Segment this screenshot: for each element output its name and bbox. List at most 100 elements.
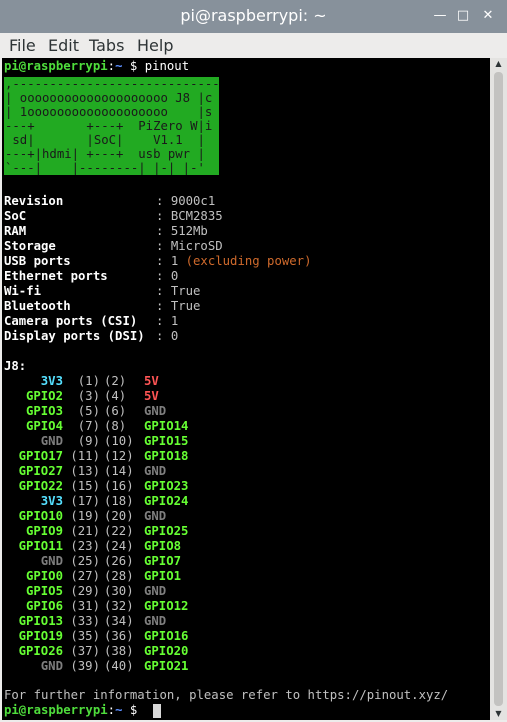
pin-row: 3V3 (17) (18) GPIO24 [4,494,189,509]
pin-row: GPIO11 (23) (24) GPIO8 [4,539,181,554]
maximize-icon[interactable]: □ [455,8,471,24]
title-bar[interactable]: pi@raspberrypi: ~ — □ ✕ [0,0,507,33]
pin-right-name: GPIO16 [144,629,189,643]
info-label: Revision [4,194,64,208]
pin-row: GPIO3 (5) (6) GND [4,404,166,419]
info-value: 0 [170,269,179,283]
pin-left-number: (13) [70,464,100,478]
pin-right-name: GPIO7 [144,554,182,568]
pin-left-number: (19) [70,509,100,523]
pin-left-name: GPIO3 [25,404,63,418]
menu-tabs[interactable]: Tabs [89,36,124,55]
board-line-0: ,--------------------------------. [5,77,219,91]
pin-right-number: (34) [104,614,134,628]
pin-row: GPIO10 (19) (20) GND [4,509,167,524]
info-row: Revision: 9000c1 [4,194,215,209]
info-label: Wi-fi [4,284,42,298]
pin-left-name: GPIO27 [18,464,63,478]
info-colon: : [156,299,171,313]
pin-right-number: (10) [104,434,134,448]
prompt-dollar: $ [122,59,138,73]
pin-right-name: GND [144,404,167,418]
j8-header-label: J8: [4,359,27,373]
pin-left-number: (33) [70,614,100,628]
pin-left-name: GPIO26 [18,644,63,658]
pin-right-number: (18) [104,494,134,508]
pin-right-number: (36) [104,629,134,643]
pin-right-name: GPIO14 [144,419,189,433]
window-title: pi@raspberrypi: ~ [180,6,327,25]
info-colon: : [156,254,171,268]
info-row: RAM: 512Mb [4,224,208,239]
terminal-scrollbar[interactable]: ▲ ▼ [490,58,507,720]
pin-right-name: GPIO8 [144,539,182,553]
info-colon: : [156,209,171,223]
pin-right-name: 5V [144,374,159,388]
terminal-output[interactable]: pi@raspberrypi:~ $ pinout ,-------------… [2,58,490,720]
pin-right-name: GPIO15 [144,434,189,448]
pin-right-number: (40) [104,659,134,673]
pin-left-name: GPIO6 [25,599,63,613]
info-colon: : [156,329,171,343]
info-row: Bluetooth: True [4,299,200,314]
info-row: Storage: MicroSD [4,239,223,254]
command-text-value: pinout [144,59,190,73]
pin-row: GPIO13 (33) (34) GND [4,614,167,629]
menu-help[interactable]: Help [137,36,173,55]
menu-edit[interactable]: Edit [48,36,79,55]
pin-right-name: GPIO12 [144,599,189,613]
pin-right-name: GND [144,614,167,628]
close-icon[interactable]: ✕ [480,8,496,24]
pin-right-name: GND [144,584,167,598]
board-line-5: ---+|hdmi| +---+ usb pwr | [5,147,205,161]
pin-row: GPIO6 (31) (32) GPIO12 [4,599,188,614]
info-value: True [170,299,201,313]
board-line-4: sd| |SoC| V1.1 | [5,133,205,147]
pin-row: GPIO19 (35) (36) GPIO16 [4,629,189,644]
info-colon: : [156,239,171,253]
pin-left-name: GPIO4 [25,419,63,433]
pin-right-name: GPIO23 [144,479,189,493]
scrollbar-thumb[interactable] [494,72,503,706]
info-label: Ethernet ports [4,269,108,283]
pin-left-number: (37) [70,644,100,658]
pin-left-name: GPIO13 [18,614,63,628]
info-colon: : [156,314,171,328]
command-text [137,59,144,73]
text-cursor [153,704,161,718]
pin-left-number: (5) [77,404,100,418]
pin-left-name: GND [40,659,63,673]
scroll-down-arrow-icon[interactable]: ▼ [490,708,507,720]
pin-left-number: (21) [70,524,100,538]
pin-right-number: (26) [104,554,134,568]
menu-file[interactable]: File [9,36,36,55]
info-value: BCM2835 [170,209,223,223]
minimize-icon[interactable]: — [432,8,448,24]
info-row: Camera ports (CSI): 1 [4,314,178,329]
pin-right-name: GND [144,509,167,523]
pin-right-name: GPIO21 [144,659,189,673]
info-colon: : [156,194,171,208]
pin-left-number: (15) [70,479,100,493]
scroll-up-arrow-icon[interactable]: ▲ [490,58,507,70]
info-colon: : [156,284,171,298]
pin-row: GPIO26 (37) (38) GPIO20 [4,644,189,659]
prompt-user-host-2: pi@raspberrypi [4,703,108,717]
pin-right-name: GPIO25 [144,524,189,538]
pin-right-name: GND [144,464,167,478]
pin-right-number: (12) [104,449,134,463]
pin-row: GND (9) (10) GPIO15 [4,434,189,449]
pin-left-name: GPIO5 [25,584,63,598]
prompt-sep: : [107,59,116,73]
info-value: 512Mb [170,224,208,238]
pin-left-name: GPIO10 [18,509,63,523]
pin-right-name: 5V [144,389,159,403]
pin-left-number: (25) [70,554,100,568]
info-row: Display ports (DSI): 0 [4,329,178,344]
info-value: True [170,284,201,298]
footer-info-text: For further information, please refer to… [4,688,449,702]
info-label: SoC [4,209,27,223]
pin-right-number: (14) [104,464,134,478]
info-label: RAM [4,224,27,238]
pin-right-name: GPIO18 [144,449,189,463]
